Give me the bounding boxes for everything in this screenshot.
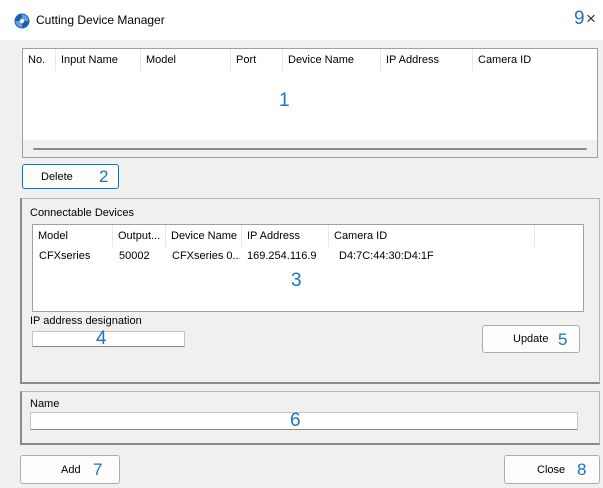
connectable-devices-label: Connectable Devices [30, 207, 134, 219]
close-window-icon[interactable]: × [586, 10, 596, 28]
scrollbar-thumb[interactable] [33, 148, 587, 150]
ip-address-designation-input[interactable] [32, 331, 185, 347]
cell-output: 50002 [119, 250, 150, 262]
update-button[interactable]: Update 5 [482, 325, 580, 353]
title-bar: Cutting Device Manager 9 × [0, 0, 603, 40]
column-header-model[interactable]: Model [33, 225, 113, 247]
cell-model: CFXseries [39, 250, 91, 262]
column-header-device-name[interactable]: Device Name [283, 49, 381, 71]
add-button-label: Add [61, 463, 81, 476]
column-header-no[interactable]: No. [23, 49, 56, 71]
callout-3: 3 [291, 270, 302, 291]
update-button-label: Update [513, 333, 549, 345]
column-header-model[interactable]: Model [141, 49, 231, 71]
cell-device-name: CFXseries 0... [172, 250, 240, 262]
name-group: Name 6 [20, 391, 600, 445]
add-button[interactable]: Add 7 [20, 455, 120, 484]
column-header-output[interactable]: Output... [113, 225, 166, 247]
close-button[interactable]: Close 8 [504, 455, 600, 484]
callout-4: 4 [96, 328, 107, 349]
connectable-devices-group: Connectable Devices Model Output... Devi… [20, 198, 600, 384]
callout-6: 6 [290, 410, 301, 431]
callout-5: 5 [558, 330, 568, 349]
column-header-port[interactable]: Port [231, 49, 283, 71]
column-header-device-name[interactable]: Device Name [166, 225, 242, 247]
column-header-ip-address[interactable]: IP Address [242, 225, 329, 247]
horizontal-scrollbar[interactable] [23, 140, 597, 157]
connectable-devices-list[interactable]: Model Output... Device Name IP Address C… [32, 224, 584, 312]
registered-devices-list[interactable]: No. Input Name Model Port Device Name IP… [22, 48, 598, 158]
callout-2: 2 [99, 167, 109, 186]
ip-address-designation-label: IP address designation [30, 315, 142, 327]
column-header-ip-address[interactable]: IP Address [381, 49, 473, 71]
callout-9: 9 [574, 8, 585, 29]
app-logo-icon [14, 13, 30, 29]
name-label: Name [30, 398, 60, 410]
window-title: Cutting Device Manager [36, 13, 165, 27]
cell-ip-address: 169.254.116.9 [247, 250, 317, 262]
delete-button[interactable]: Delete 2 [22, 164, 119, 189]
callout-8: 8 [577, 460, 587, 479]
callout-1: 1 [279, 90, 290, 111]
delete-button-label: Delete [41, 170, 73, 183]
cutting-device-manager-window: Cutting Device Manager 9 × No. Input Nam… [0, 0, 603, 488]
close-button-label: Close [537, 463, 566, 476]
column-header-camera-id[interactable]: Camera ID [329, 225, 535, 247]
table-row[interactable]: CFXseries 50002 CFXseries 0... 169.254.1… [33, 247, 583, 267]
column-header-camera-id[interactable]: Camera ID [473, 49, 597, 71]
column-header-input-name[interactable]: Input Name [56, 49, 141, 71]
cell-camera-id: D4:7C:44:30:D4:1F [339, 250, 434, 262]
callout-7: 7 [93, 460, 103, 479]
name-input[interactable] [30, 412, 578, 430]
